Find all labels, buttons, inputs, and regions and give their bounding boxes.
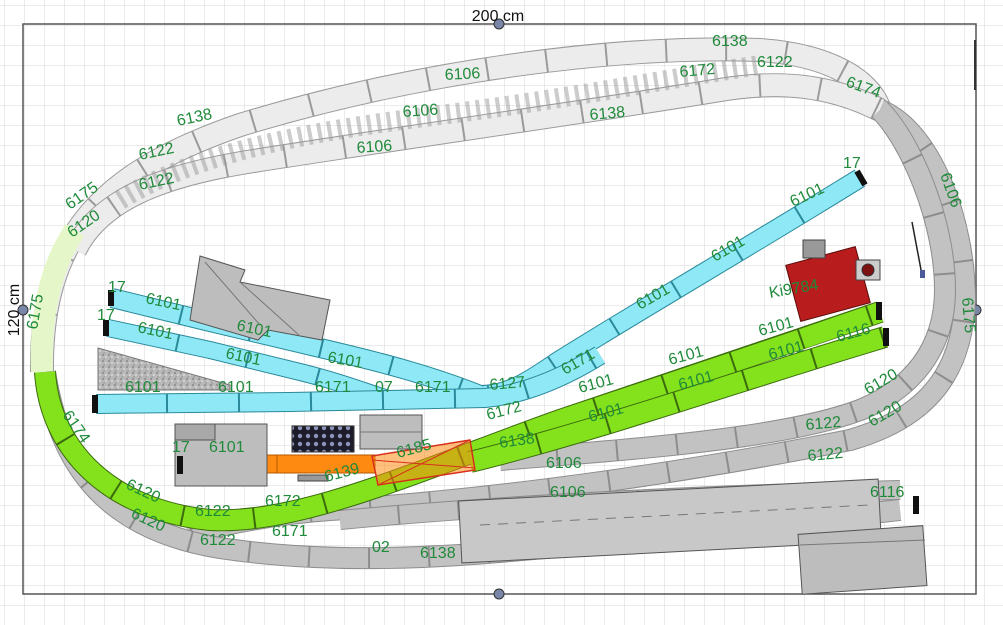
svg-text:6172: 6172 <box>265 493 301 510</box>
crate-stack <box>291 425 355 453</box>
svg-text:6138: 6138 <box>420 545 456 562</box>
height-dimension: 120 cm <box>6 284 23 336</box>
svg-text:6106: 6106 <box>550 484 586 501</box>
svg-text:6101: 6101 <box>209 439 245 456</box>
svg-text:6122: 6122 <box>807 445 844 465</box>
svg-text:17: 17 <box>843 155 861 172</box>
svg-text:6171: 6171 <box>415 379 451 396</box>
svg-text:6172: 6172 <box>679 61 716 81</box>
svg-text:6138: 6138 <box>589 104 626 124</box>
width-dimension: 200 cm <box>472 8 524 25</box>
building-bottom-right <box>797 525 928 595</box>
svg-text:6106: 6106 <box>546 455 582 472</box>
svg-text:17: 17 <box>97 307 115 324</box>
svg-text:17: 17 <box>108 279 126 296</box>
svg-text:6138: 6138 <box>712 33 748 50</box>
svg-text:6171: 6171 <box>315 379 351 396</box>
track-plan: 200 cm 120 cm 6138 6106 6172 6122 6174 6… <box>0 0 1003 625</box>
svg-text:6171: 6171 <box>272 523 308 540</box>
svg-text:6175: 6175 <box>958 297 978 334</box>
svg-text:6106: 6106 <box>356 138 393 157</box>
svg-text:6101: 6101 <box>125 379 161 396</box>
svg-text:6122: 6122 <box>805 414 842 434</box>
svg-text:6122: 6122 <box>195 503 231 520</box>
svg-text:6106: 6106 <box>444 65 481 84</box>
svg-text:6116: 6116 <box>870 484 905 501</box>
svg-text:6122: 6122 <box>200 532 236 549</box>
small-gray-hut <box>802 239 826 259</box>
svg-text:07: 07 <box>375 379 393 396</box>
svg-text:6106: 6106 <box>402 102 439 121</box>
svg-text:6122: 6122 <box>757 54 793 71</box>
svg-text:6101: 6101 <box>218 379 254 396</box>
handle-bottom[interactable] <box>493 588 505 600</box>
svg-text:17: 17 <box>172 439 190 456</box>
svg-text:6127: 6127 <box>489 374 526 394</box>
svg-text:02: 02 <box>372 539 390 556</box>
